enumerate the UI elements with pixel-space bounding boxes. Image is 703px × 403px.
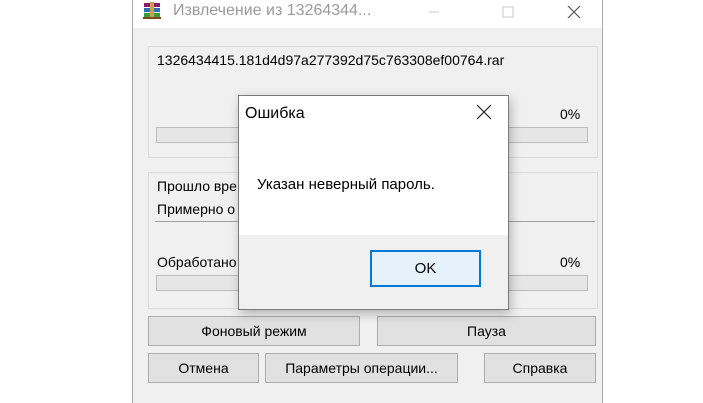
- total-progress-percent: 0%: [560, 254, 581, 270]
- close-icon: [567, 5, 581, 22]
- archive-file-name: 1326434415.181d4d97a277392d75c763308ef00…: [157, 52, 505, 68]
- window-title: Извлечение из 13264344...: [173, 2, 372, 19]
- dialog-close-button[interactable]: [461, 96, 507, 130]
- minimize-button[interactable]: [411, 0, 457, 28]
- title-bar[interactable]: Извлечение из 13264344...: [133, 0, 602, 28]
- file-progress-percent: 0%: [560, 106, 581, 122]
- ok-button[interactable]: OK: [370, 250, 481, 287]
- pause-button[interactable]: Пауза: [377, 316, 596, 346]
- minimize-icon: [428, 5, 440, 21]
- remaining-time-label: Примерно о: [157, 201, 236, 217]
- maximize-icon: [502, 5, 514, 21]
- dialog-message: Указан неверный пароль.: [257, 176, 435, 193]
- help-button[interactable]: Справка: [484, 353, 596, 383]
- maximize-button[interactable]: [485, 0, 531, 28]
- dialog-title: Ошибка: [245, 105, 305, 122]
- processed-label: Обработано: [157, 254, 237, 270]
- cancel-button[interactable]: Отмена: [148, 353, 259, 383]
- elapsed-time-label: Прошло вре: [157, 178, 237, 194]
- error-dialog: Ошибка Указан неверный пароль. OK: [238, 95, 509, 310]
- close-button[interactable]: [551, 0, 597, 28]
- background-mode-button[interactable]: Фоновый режим: [148, 316, 360, 346]
- winrar-app-icon: [142, 2, 162, 20]
- close-icon: [476, 104, 492, 123]
- operation-params-button[interactable]: Параметры операции...: [265, 353, 458, 383]
